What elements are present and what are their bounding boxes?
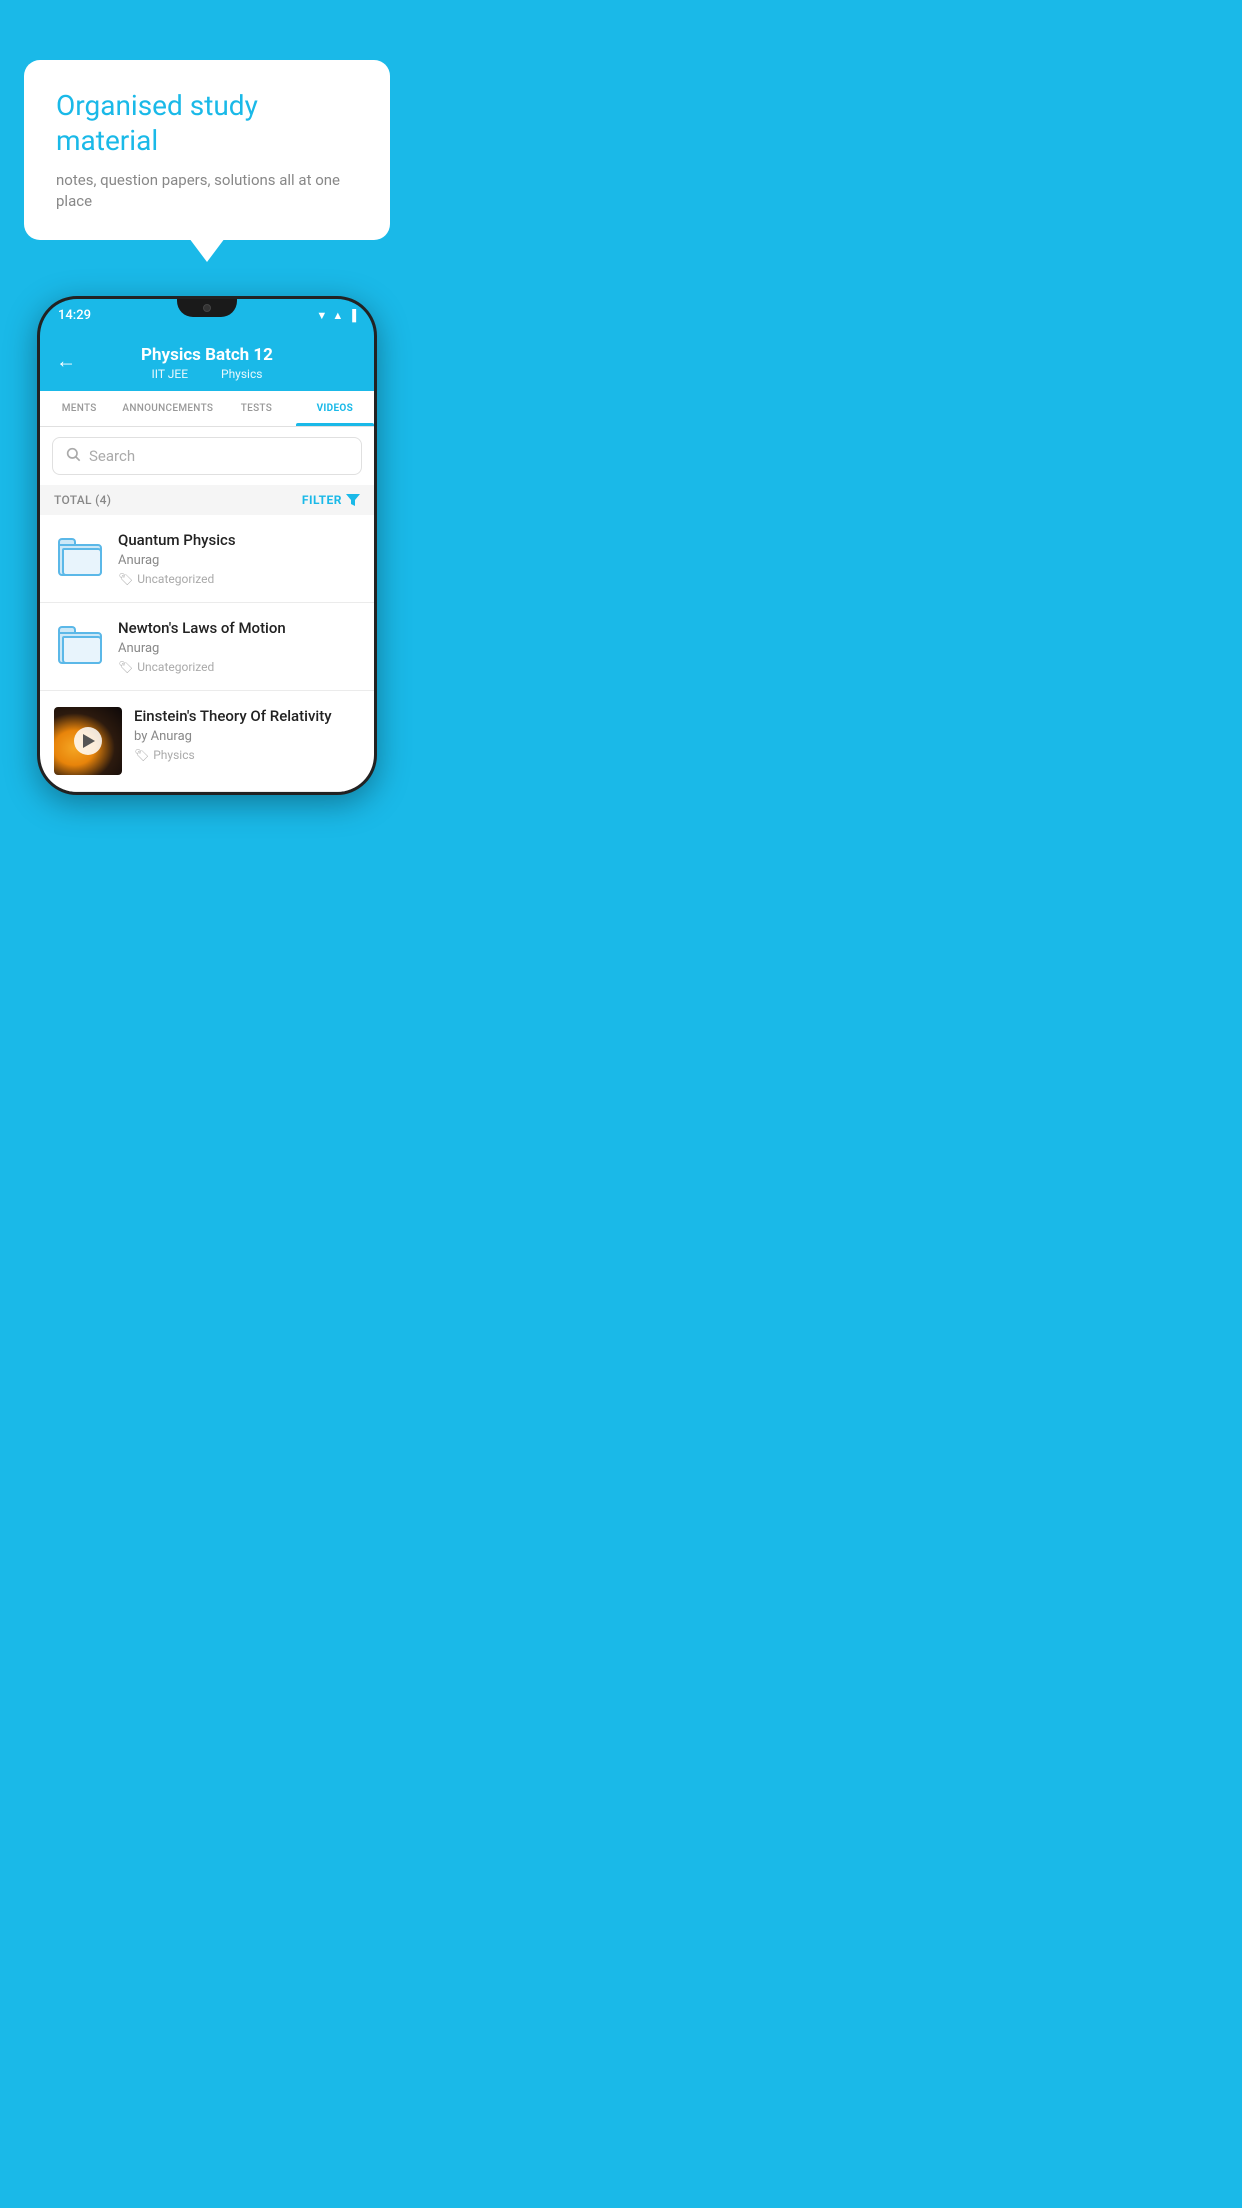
tag-label: Uncategorized xyxy=(137,572,214,586)
app-header: ← Physics Batch 12 IIT JEE Physics xyxy=(40,331,374,391)
tag-label: Uncategorized xyxy=(137,660,214,674)
camera xyxy=(203,304,211,312)
promo-title: Organised study material xyxy=(56,88,358,158)
item-title: Quantum Physics xyxy=(118,531,360,549)
status-time: 14:29 xyxy=(58,308,91,323)
search-icon xyxy=(65,446,81,466)
play-button[interactable] xyxy=(74,727,102,755)
item-info: Newton's Laws of Motion Anurag 🏷 Uncateg… xyxy=(118,619,360,674)
tab-ments[interactable]: MENTS xyxy=(40,391,118,426)
list-item[interactable]: Quantum Physics Anurag 🏷 Uncategorized xyxy=(40,515,374,603)
tab-announcements[interactable]: ANNOUNCEMENTS xyxy=(118,391,217,426)
iit-jee-label: IIT JEE xyxy=(152,367,189,381)
item-tag: 🏷 Uncategorized xyxy=(118,660,360,674)
search-bar: Search xyxy=(40,427,374,485)
total-count: TOTAL (4) xyxy=(54,493,111,507)
speech-bubble: Organised study material notes, question… xyxy=(24,60,390,240)
list-item[interactable]: Newton's Laws of Motion Anurag 🏷 Uncateg… xyxy=(40,603,374,691)
tab-bar: MENTS ANNOUNCEMENTS TESTS VIDEOS xyxy=(40,391,374,427)
item-thumbnail xyxy=(54,531,106,583)
play-icon xyxy=(83,734,95,748)
status-icons: ▼ ▲ ▐ xyxy=(316,309,356,322)
item-title: Newton's Laws of Motion xyxy=(118,619,360,637)
filter-button[interactable]: FILTER xyxy=(302,493,360,507)
filter-label: FILTER xyxy=(302,493,342,507)
item-tag: 🏷 Physics xyxy=(134,748,360,762)
item-info: Einstein's Theory Of Relativity by Anura… xyxy=(134,707,360,762)
tab-videos[interactable]: VIDEOS xyxy=(296,391,374,426)
tab-tests[interactable]: TESTS xyxy=(217,391,295,426)
item-author: Anurag xyxy=(118,641,360,656)
search-input-wrapper[interactable]: Search xyxy=(52,437,362,475)
battery-icon: ▐ xyxy=(348,309,356,322)
item-thumbnail xyxy=(54,619,106,671)
back-button[interactable]: ← xyxy=(56,349,76,374)
wifi-icon: ▼ xyxy=(316,309,327,322)
phone-wrapper: 14:29 ▼ ▲ ▐ ← Physics Batch 12 IIT JEE P… xyxy=(0,296,414,795)
physics-label: Physics xyxy=(221,367,262,381)
item-by: by Anurag xyxy=(134,729,360,744)
status-bar: 14:29 ▼ ▲ ▐ xyxy=(40,299,374,331)
item-tag: 🏷 Uncategorized xyxy=(118,572,360,586)
promo-subtitle: notes, question papers, solutions all at… xyxy=(56,170,358,212)
tag-label: Physics xyxy=(153,748,194,762)
promo-section: Organised study material notes, question… xyxy=(0,0,414,240)
video-list: Quantum Physics Anurag 🏷 Uncategorized xyxy=(40,515,374,792)
list-item[interactable]: Einstein's Theory Of Relativity by Anura… xyxy=(40,691,374,792)
item-author: Anurag xyxy=(118,553,360,568)
item-info: Quantum Physics Anurag 🏷 Uncategorized xyxy=(118,531,360,586)
folder-icon xyxy=(58,538,102,576)
video-thumbnail xyxy=(54,707,122,775)
signal-icon: ▲ xyxy=(332,309,343,322)
folder-icon xyxy=(58,626,102,664)
tag-icon: 🏷 xyxy=(118,572,133,586)
item-title: Einstein's Theory Of Relativity xyxy=(134,707,360,725)
separator xyxy=(203,367,209,381)
notch xyxy=(177,299,237,317)
batch-title: Physics Batch 12 xyxy=(141,345,273,365)
search-placeholder: Search xyxy=(89,447,135,465)
tag-icon: 🏷 xyxy=(118,660,133,674)
tag-icon: 🏷 xyxy=(134,748,149,762)
batch-subtitle: IIT JEE Physics xyxy=(146,367,269,381)
filter-row: TOTAL (4) FILTER xyxy=(40,485,374,515)
phone-mockup: 14:29 ▼ ▲ ▐ ← Physics Batch 12 IIT JEE P… xyxy=(37,296,377,795)
